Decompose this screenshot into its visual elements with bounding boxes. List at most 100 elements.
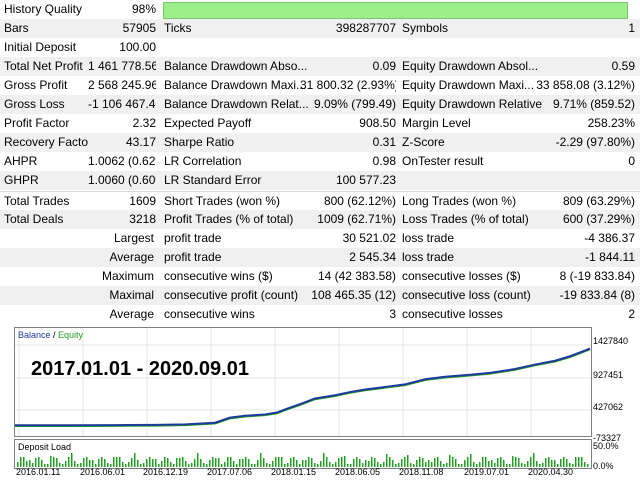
row-value: 1009 (62.71%) xyxy=(317,212,396,226)
deposit-load-bar xyxy=(125,464,127,467)
table-row: Gross Loss -1 106 467.40 Balance Drawdown … xyxy=(0,95,640,114)
deposit-load-bar xyxy=(521,463,523,467)
deposit-load-bar xyxy=(359,459,361,467)
row-value: Maximum xyxy=(101,269,154,283)
row-value: 9.09% (799.49) xyxy=(313,97,396,111)
deposit-load-bar xyxy=(263,458,265,467)
deposit-load-bar xyxy=(104,459,106,467)
table-row: History Quality 98% xyxy=(0,0,640,19)
deposit-load-bar xyxy=(446,463,448,467)
row-value: 809 (63.29%) xyxy=(562,194,635,208)
deposit-load-bar xyxy=(386,454,388,467)
deposit-load-bar xyxy=(356,457,358,467)
row-label: GHPR xyxy=(4,173,39,187)
deposit-load-bar xyxy=(176,458,178,467)
deposit-load-bar xyxy=(320,461,322,467)
deposit-load-bar xyxy=(383,462,385,467)
deposit-load-bar xyxy=(323,453,325,467)
deposit-load-bar xyxy=(419,457,421,467)
test-period-label: 2017.01.01 - 2020.09.01 xyxy=(31,358,249,380)
deposit-load-bar xyxy=(389,457,391,467)
deposit-load-bar xyxy=(548,457,550,467)
table-row: GHPR1.0060 (0.60%)LR Standard Error100 5… xyxy=(0,171,640,190)
deposit-load-bar xyxy=(503,460,505,467)
row-value: 33 858.08 (3.12%) xyxy=(536,78,635,92)
deposit-load-bar xyxy=(482,457,484,467)
row-label: History Quality xyxy=(4,2,83,16)
row-value: -2.29 (97.80%) xyxy=(555,135,635,149)
deposit-load-bar xyxy=(374,458,376,467)
deposit-load-bar xyxy=(326,457,328,467)
row-label: AHPR xyxy=(4,154,38,168)
deposit-load-bar xyxy=(65,461,67,467)
deposit-load-bar xyxy=(77,464,79,467)
table-row: AHPR1.0062 (0.62%)LR Correlation0.98OnTe… xyxy=(0,152,640,171)
deposit-load-bar xyxy=(101,457,103,467)
deposit-load-bar xyxy=(152,459,154,467)
deposit-load-bar xyxy=(98,459,100,467)
deposit-load-bar xyxy=(329,462,331,467)
row-value: 1609 xyxy=(129,194,156,208)
row-label: Recovery Factor xyxy=(4,135,88,149)
row-value: Largest xyxy=(113,231,154,245)
deposit-load-bar xyxy=(257,460,259,467)
x-axis-tick-label: 2016.06.01 xyxy=(80,467,126,477)
deposit-load-bar xyxy=(434,458,436,467)
deposit-load-bar xyxy=(305,460,307,467)
row-value: Average xyxy=(109,307,154,321)
deposit-load-bar xyxy=(203,463,205,467)
deposit-load-bar xyxy=(470,454,472,467)
row-value: 908.50 xyxy=(359,116,396,130)
row-value: -4 386.37 xyxy=(584,231,635,245)
deposit-load-bar xyxy=(239,459,241,467)
deposit-load-bar xyxy=(530,457,532,467)
x-axis-tick-label: 2019.07.01 xyxy=(464,467,510,477)
deposit-load-bar xyxy=(566,459,568,467)
table-row: Bars 57905 Ticks 398287707 Symbols 1 xyxy=(0,19,640,38)
deposit-load-bar xyxy=(533,453,535,467)
deposit-load-bar xyxy=(191,463,193,467)
deposit-load-bar xyxy=(308,457,310,467)
deposit-load-bar xyxy=(41,460,43,467)
deposit-load-bar xyxy=(74,461,76,467)
deposit-load-bar xyxy=(416,460,418,467)
deposit-load-bar xyxy=(197,453,199,467)
deposit-load-bar xyxy=(524,464,526,467)
legend-balance: Balance xyxy=(18,330,51,340)
deposit-load-bar xyxy=(50,456,52,467)
deposit-load-bar xyxy=(23,457,25,467)
legend-separator: / xyxy=(50,330,59,340)
row-value: 1.0062 (0.62%) xyxy=(88,154,156,168)
deposit-load-bar xyxy=(254,464,256,467)
row-label: Gross Profit xyxy=(4,78,68,92)
deposit-load-bar xyxy=(584,462,586,467)
x-axis-tick-label: 2018.11.08 xyxy=(399,467,444,477)
deposit-load-bar xyxy=(179,458,181,467)
deposit-load-bar xyxy=(407,455,409,467)
deposit-load-bar xyxy=(293,457,295,467)
deposit-load-bar xyxy=(587,464,589,467)
deposit-load-bar xyxy=(464,460,466,467)
deposit-load-bar xyxy=(53,457,55,467)
x-axis-tick-label: 2020.04.30 xyxy=(528,467,574,477)
deposit-load-bar xyxy=(371,457,373,467)
deposit-load-bar xyxy=(242,459,244,467)
deposit-load-bar xyxy=(278,457,280,467)
row-label: Bars xyxy=(4,21,29,35)
deposit-load-bar xyxy=(131,458,133,467)
row-value: 14 (42 383.58) xyxy=(317,269,396,283)
row-value: 100.00 xyxy=(119,40,156,54)
deposit-load-bar xyxy=(245,457,247,467)
row-value: 100 577.23 xyxy=(335,173,396,187)
deposit-load-bar xyxy=(551,460,553,467)
deposit-load-bar xyxy=(485,457,487,467)
deposit-load-bar xyxy=(92,460,94,467)
row-value: 398287707 xyxy=(335,21,396,35)
row-value: 0 xyxy=(628,154,635,168)
chart-legend: Balance / Equity xyxy=(18,330,83,340)
deposit-load-bar xyxy=(212,457,214,467)
table-row: Total Deals 3218 Profit Trades (% of total… xyxy=(0,210,640,229)
deposit-load-bar xyxy=(266,463,268,467)
deposit-load-bar xyxy=(194,459,196,467)
deposit-load-bar xyxy=(134,453,136,467)
